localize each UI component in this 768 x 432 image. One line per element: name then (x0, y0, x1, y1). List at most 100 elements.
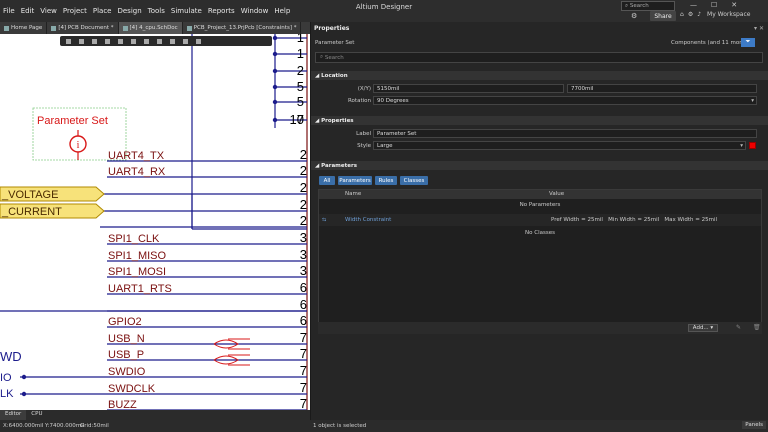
column-name[interactable]: Name (345, 191, 361, 197)
x-field[interactable]: 5150mil (373, 84, 564, 93)
net-label-tool-icon[interactable] (131, 38, 136, 44)
filter-rules-button[interactable]: Rules (375, 176, 397, 185)
info-icon: i (77, 140, 80, 151)
port-tool-icon[interactable] (144, 38, 149, 44)
menu-tools[interactable]: Tools (145, 7, 168, 15)
trash-icon[interactable]: 🗑 (753, 324, 761, 331)
main-menu: File Edit View Project Place Design Tool… (0, 7, 293, 15)
menu-edit[interactable]: Edit (18, 7, 38, 15)
port-label: _CURRENT (1, 206, 62, 218)
pin-number: 5 (297, 94, 304, 109)
section-properties[interactable]: ◢ Properties (311, 116, 768, 125)
home-icon[interactable]: ⌂ (680, 11, 684, 18)
add-button[interactable]: Add... ▾ (688, 324, 718, 332)
schematic-icon (122, 25, 128, 31)
tab-cpu[interactable]: CPU (26, 410, 47, 420)
power-tool-icon[interactable] (157, 38, 162, 44)
table-row[interactable]: ⇆ Width Constraint Pref Width = 25mil Mi… (319, 214, 761, 226)
filter-classes-button[interactable]: Classes (400, 176, 428, 185)
menu-file[interactable]: File (0, 7, 18, 15)
pin-number: 2 (300, 147, 307, 162)
components-filter-dropdown[interactable]: Components (and 11 more) (671, 40, 747, 46)
pin-icon[interactable]: ▾ (754, 25, 757, 32)
filter-tool-icon[interactable] (66, 38, 71, 44)
param-set-label[interactable]: Parameter Set (37, 115, 108, 127)
properties-search-input[interactable]: ⌕ Search (315, 52, 763, 63)
tab-cpu-schdoc[interactable]: [4] 4_cpu.SchDoc (118, 22, 183, 34)
menu-view[interactable]: View (37, 7, 60, 15)
style-color-swatch[interactable] (749, 142, 756, 149)
workspace-button[interactable]: My Workspace (707, 11, 750, 18)
menu-reports[interactable]: Reports (205, 7, 238, 15)
section-parameters[interactable]: ◢ Parameters (311, 161, 768, 170)
text-tool-icon[interactable] (183, 38, 188, 44)
move-tool-icon[interactable] (79, 38, 84, 44)
schematic-dynamic: 11255710UART4_TX 2UART4_RX 2222SPI1_CLK 3SP… (0, 34, 307, 410)
wire-tool-icon[interactable] (118, 38, 123, 44)
properties-panel: Properties ▾ ✕ Parameter Set Components … (310, 22, 768, 420)
menu-place[interactable]: Place (90, 7, 115, 15)
style-label: Style (357, 143, 371, 149)
tab-editor[interactable]: Editor (0, 410, 27, 420)
tab-constraints[interactable]: PCB_Project_13.PrjPcb [Constraints] * (183, 22, 302, 34)
net-label: USB_P (108, 349, 144, 361)
tab-home-page[interactable]: Home Page (0, 22, 48, 34)
net-label: UART1_RTS (108, 283, 172, 295)
pin-number: 2 (297, 63, 304, 78)
pencil-icon[interactable]: ✎ (736, 324, 741, 331)
junction-dot (21, 374, 27, 380)
filter-all-button[interactable]: All (319, 176, 335, 185)
panels-button[interactable]: Panels (742, 421, 766, 429)
component-tool-icon[interactable] (170, 38, 175, 44)
section-location[interactable]: ◢ Location (311, 71, 768, 80)
label-field[interactable]: Parameter Set (373, 129, 757, 138)
filter-parameters-button[interactable]: Parameters (338, 176, 372, 185)
pin-number: 2 (300, 197, 307, 212)
schematic-canvas[interactable]: Parameter Set i 11255710UART4_TX 2UART4_R… (0, 34, 310, 410)
xy-label: (X/Y) (357, 86, 371, 92)
parameters-table: Name Value No Parameters ⇆ Width Constra… (318, 189, 762, 334)
align-tool-icon[interactable] (105, 38, 110, 44)
menu-window[interactable]: Window (238, 7, 272, 15)
rule-value: Pref Width = 25mil Min Width = 25mil Max… (551, 217, 718, 223)
close-icon[interactable]: ✕ (731, 1, 737, 9)
header-icons: ⌂ ⚙ ♪ My Workspace (680, 11, 750, 18)
net-label: SPI1_MOSI (108, 266, 166, 278)
altium-window: File Edit View Project Place Design Tool… (0, 0, 768, 432)
schematic-editor[interactable]: Parameter Set i 1 1 2 5 5 7 10 UART4_TX 2 UART4_R… (0, 34, 310, 410)
cursor-coordinates: X:6400.000mil Y:7400.000mil (3, 423, 85, 429)
menu-design[interactable]: Design (114, 7, 144, 15)
share-button[interactable]: Share (650, 11, 676, 21)
bell-icon[interactable]: ♪ (697, 11, 701, 18)
filter-icon[interactable]: ⏷ (741, 38, 755, 47)
y-field[interactable]: 7700mil (567, 84, 757, 93)
minimize-icon[interactable]: — (690, 1, 697, 9)
tab-pcb-document[interactable]: [4] PCB Document * (47, 22, 119, 34)
style-dropdown[interactable]: Large ▾ (373, 141, 746, 150)
net-label: SPI1_MISO (108, 250, 167, 262)
junction-dot (272, 117, 278, 123)
left-net-label: WD (0, 349, 22, 364)
rotation-dropdown[interactable]: 90 Degrees ▾ (373, 96, 757, 105)
rule-name[interactable]: Width Constraint (345, 217, 391, 223)
menu-project[interactable]: Project (60, 7, 90, 15)
pin-number: 6 (300, 313, 307, 328)
close-panel-icon[interactable]: ✕ (759, 25, 764, 32)
share-label: Share (654, 12, 672, 20)
selection-status: 1 object is selected (313, 423, 367, 429)
gear-icon[interactable]: ⚙ (631, 12, 637, 20)
rule-icon: ⇆ (322, 217, 327, 223)
column-value[interactable]: Value (549, 191, 564, 197)
maximize-icon[interactable]: ☐ (711, 1, 717, 9)
table-header: Name Value (319, 190, 761, 199)
gear-small-icon[interactable]: ⚙ (688, 11, 693, 18)
net-label: UART4_TX (108, 150, 165, 162)
pcb-icon (51, 25, 57, 31)
select-tool-icon[interactable] (92, 38, 97, 44)
directive-tool-icon[interactable] (196, 38, 201, 44)
pin-number: 2 (300, 213, 307, 228)
menu-help[interactable]: Help (271, 7, 293, 15)
menu-simulate[interactable]: Simulate (168, 7, 205, 15)
global-search-input[interactable]: ⌕ Search (621, 1, 675, 11)
junction-dot (21, 391, 27, 397)
